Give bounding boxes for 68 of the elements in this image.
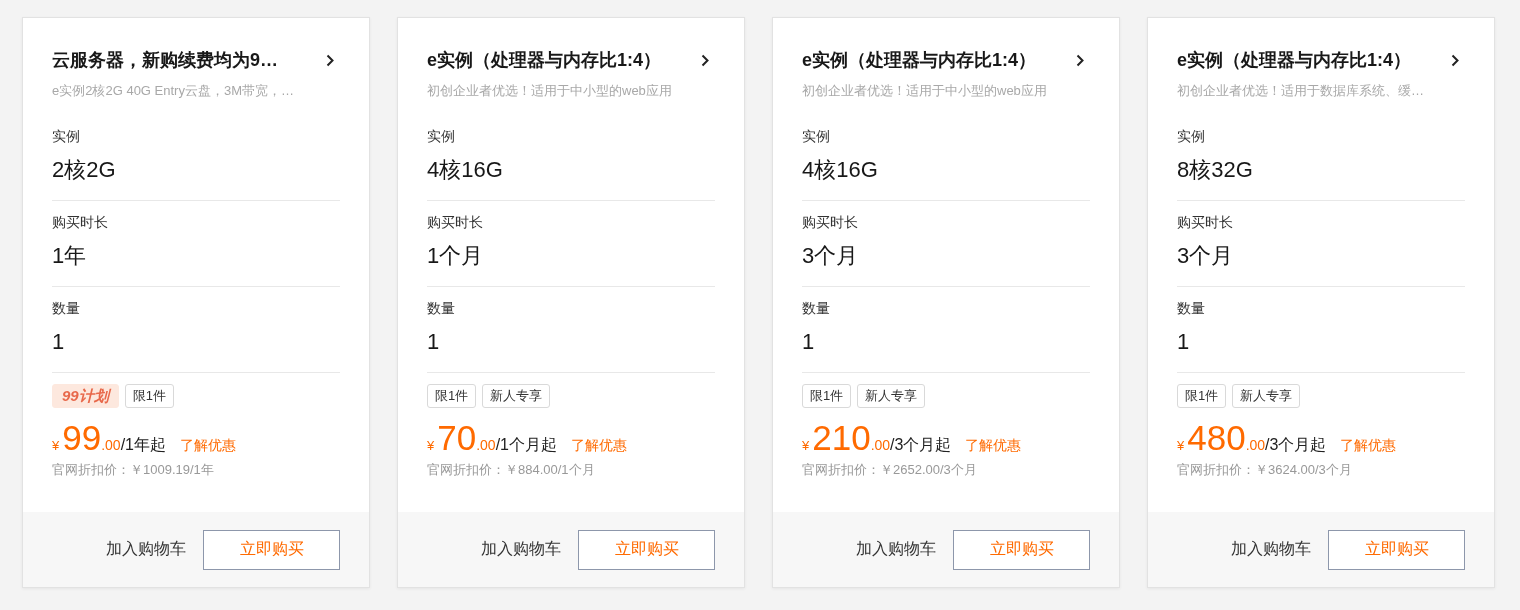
price-unit: /3个月起 — [890, 435, 952, 455]
list-price: 官网折扣价：￥884.00/1个月 — [427, 461, 595, 479]
card-subtitle: e实例2核2G 40G Entry云盘，3M带宽，… — [52, 82, 294, 100]
price-decimal: .00 — [476, 436, 496, 455]
spec-label: 数量 — [802, 299, 830, 318]
card-subtitle: 初创企业者优选！适用于中小型的web应用 — [802, 82, 1047, 100]
spec-value: 1个月 — [427, 242, 484, 270]
add-to-cart-link[interactable]: 加入购物车 — [856, 539, 936, 560]
offer-tag: 限1件 — [124, 384, 174, 408]
offer-tag: 新人专享 — [482, 384, 551, 408]
price-unit: /1个月起 — [495, 435, 557, 455]
price-integer: 480 — [1187, 420, 1246, 456]
spec-label: 实例 — [52, 127, 80, 146]
spec-label: 购买时长 — [1177, 213, 1233, 232]
spec-value: 1 — [802, 328, 815, 356]
offer-tag: 新人专享 — [857, 384, 926, 408]
price-integer: 70 — [437, 420, 477, 456]
price-decimal: .00 — [1245, 436, 1266, 455]
spec-value: 1 — [1177, 328, 1190, 356]
spec-value: 1 — [52, 328, 65, 356]
spec-value: 4核16G — [427, 156, 503, 184]
spec-value: 1年 — [52, 242, 87, 270]
card-title[interactable]: e实例（处理器与内存比1:4） — [1177, 48, 1412, 72]
list-price: 官网折扣价：￥1009.19/1年 — [52, 461, 214, 479]
spec-label: 数量 — [1177, 299, 1205, 318]
spec-value: 1 — [427, 328, 440, 356]
currency-sign: ¥ — [427, 437, 435, 455]
currency-sign: ¥ — [1177, 437, 1185, 455]
chevron-right-icon[interactable] — [701, 53, 709, 67]
spec-label: 数量 — [52, 299, 80, 318]
currency-sign: ¥ — [802, 437, 810, 455]
chevron-right-icon[interactable] — [326, 53, 334, 67]
add-to-cart-link[interactable]: 加入购物车 — [1231, 539, 1311, 560]
spec-label: 实例 — [1177, 127, 1205, 146]
spec-value: 3个月 — [1177, 242, 1234, 270]
offer-tag: 限1件 — [802, 384, 852, 408]
add-to-cart-link[interactable]: 加入购物车 — [481, 539, 561, 560]
card-title[interactable]: 云服务器，新购续费均为9… — [52, 48, 278, 72]
add-to-cart-link[interactable]: 加入购物车 — [106, 539, 186, 560]
list-price: 官网折扣价：￥3624.00/3个月 — [1177, 461, 1352, 479]
offer-tag: 新人专享 — [1232, 384, 1301, 408]
offer-tag: 限1件 — [1177, 384, 1227, 408]
price-unit: /3个月起 — [1265, 435, 1327, 455]
offer-tag: 限1件 — [427, 384, 477, 408]
plan-tag: 99计划 — [52, 384, 119, 408]
spec-label: 实例 — [802, 127, 830, 146]
price-decimal: .00 — [870, 436, 891, 455]
card-title[interactable]: e实例（处理器与内存比1:4） — [427, 48, 662, 72]
card-title[interactable]: e实例（处理器与内存比1:4） — [802, 48, 1037, 72]
price-decimal: .00 — [101, 436, 121, 455]
spec-label: 实例 — [427, 127, 455, 146]
card-subtitle: 初创企业者优选！适用于数据库系统、缓… — [1177, 82, 1424, 100]
price-integer: 99 — [62, 420, 102, 456]
spec-label: 购买时长 — [52, 213, 108, 232]
spec-value: 4核16G — [802, 156, 878, 184]
currency-sign: ¥ — [52, 437, 60, 455]
price-integer: 210 — [812, 420, 871, 456]
chevron-right-icon[interactable] — [1451, 53, 1459, 67]
spec-label: 数量 — [427, 299, 455, 318]
spec-value: 2核2G — [52, 156, 116, 184]
card-subtitle: 初创企业者优选！适用于中小型的web应用 — [427, 82, 672, 100]
spec-value: 8核32G — [1177, 156, 1253, 184]
chevron-right-icon[interactable] — [1076, 53, 1084, 67]
spec-label: 购买时长 — [802, 213, 858, 232]
spec-label: 购买时长 — [427, 213, 483, 232]
price-unit: /1年起 — [120, 435, 166, 455]
spec-value: 3个月 — [802, 242, 859, 270]
list-price: 官网折扣价：￥2652.00/3个月 — [802, 461, 977, 479]
